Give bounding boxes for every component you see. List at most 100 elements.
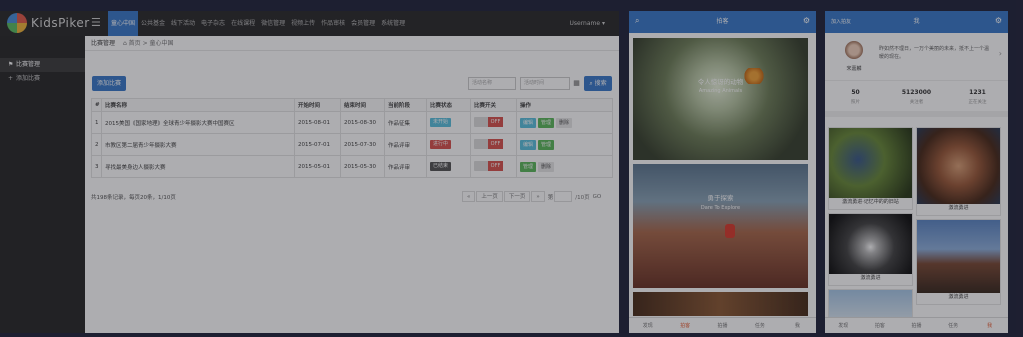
photo-tile[interactable]: 激流勇进 — [828, 213, 913, 286]
competition-toggle[interactable]: OFF — [474, 138, 503, 149]
activity-name-input[interactable]: 活动名称 — [468, 77, 516, 90]
table-header-cell[interactable]: 当前阶段 — [384, 98, 427, 112]
table-row: 1 2015美国《国家地理》全球青少年摄影大赛中国赛区 2015-08-01 2015… — [91, 111, 613, 134]
feature-card[interactable]: 勇于探索 Dare To Explore — [633, 164, 808, 288]
tab-item[interactable]: 发现 — [825, 318, 862, 333]
tab-item[interactable]: 拍播 — [704, 318, 741, 333]
operation-button[interactable]: 编辑 — [520, 117, 537, 128]
next-page-button[interactable]: 下一页 — [503, 191, 531, 202]
table-header-cell[interactable]: 操作 — [516, 98, 613, 112]
go-button[interactable]: GO — [593, 194, 602, 200]
current-stage: 作品评审 — [384, 155, 427, 178]
nav-item[interactable]: 会员管理 — [348, 11, 378, 36]
sidebar-item-label: 添加比赛 — [16, 75, 41, 82]
prev-page-button[interactable]: 上一页 — [476, 191, 503, 202]
tab-item[interactable]: 拍客 — [862, 318, 899, 333]
operation-button[interactable]: 删除 — [556, 117, 573, 128]
hamburger-icon[interactable]: ☰ — [91, 16, 101, 29]
phone-header: 加入拍友 我 ⚙ — [825, 11, 1008, 33]
phone-profile-screen: 加入拍友 我 ⚙ 宋嘉麟 昨如然不理日，一万个美丽的未来，抵不上一个温暖的现在。… — [825, 11, 1008, 333]
competition-name: 寻找最美身边人摄影大赛 — [101, 155, 295, 178]
table-header-cell[interactable]: 比赛名称 — [101, 98, 295, 112]
stat-item[interactable]: 5123000 关注者 — [886, 83, 947, 111]
tab-item[interactable]: 任务 — [935, 318, 972, 333]
page-number-input[interactable] — [554, 191, 573, 202]
tab-item[interactable]: 我 — [971, 318, 1008, 333]
stat-value: 5123000 — [901, 89, 932, 96]
flag-icon: ⚑ — [8, 61, 14, 68]
settings-icon[interactable]: ⚙ — [995, 16, 1002, 25]
avatar[interactable] — [845, 41, 863, 59]
stat-label: 正在关注 — [968, 100, 987, 105]
first-page-button[interactable]: « — [462, 191, 476, 202]
photo-tile[interactable] — [828, 289, 913, 319]
top-navbar: KidsPiker ☰ 童心中国 公共基金 线下活动 电子杂志 在线课程 微信管理 视频上传… — [0, 11, 619, 36]
photo-tile[interactable]: 激流勇进 — [916, 127, 1001, 216]
operation-button[interactable]: 管理 — [538, 139, 555, 150]
nav-item[interactable]: 微信管理 — [258, 11, 288, 36]
logo-icon — [7, 13, 27, 33]
last-page-button[interactable]: » — [531, 191, 545, 202]
operation-button[interactable]: 管理 — [520, 161, 537, 172]
chevron-right-icon[interactable]: › — [999, 49, 1002, 58]
nav-item[interactable]: 作品审核 — [318, 11, 348, 36]
nav-item[interactable]: 视频上传 — [288, 11, 318, 36]
calendar-icon[interactable]: ▦ — [571, 77, 582, 90]
table-header-cell[interactable]: 结束时间 — [340, 98, 385, 112]
feature-card[interactable] — [633, 292, 808, 316]
table-header-cell[interactable]: 开始时间 — [294, 98, 341, 112]
add-competition-button[interactable]: 添加比赛 — [92, 76, 126, 91]
bottom-tab-bar: 发现 拍客 拍播 任务我 — [825, 317, 1008, 333]
stat-item[interactable]: 50 照片 — [825, 83, 886, 111]
toggle-label: OFF — [488, 138, 503, 149]
search-button[interactable]: ⌕ 搜索 — [584, 76, 612, 91]
table-body: 1 2015美国《国家地理》全球青少年摄影大赛中国赛区 2015-08-01 2015… — [91, 111, 613, 178]
toggle-label: OFF — [488, 116, 503, 127]
page-title: 比赛管理 — [91, 40, 116, 47]
nav-item[interactable]: 线下活动 — [168, 11, 198, 36]
current-stage: 作品评审 — [384, 133, 427, 156]
sidebar-item-label: 比赛管理 — [16, 61, 41, 68]
table-header-cell[interactable]: 比赛状态 — [426, 98, 471, 112]
switch-cell: OFF — [470, 133, 517, 156]
user-menu[interactable]: Username ▾ — [569, 11, 605, 36]
table-header: # 比赛名称 开始时间 结束时间 当前阶段 比赛状态 比赛开关 操作 — [91, 98, 613, 112]
tab-item[interactable]: 任务 — [741, 318, 778, 333]
operation-button[interactable]: 管理 — [538, 117, 555, 128]
competition-toggle[interactable]: OFF — [474, 160, 503, 171]
profile-header[interactable]: 宋嘉麟 昨如然不理日，一万个美丽的未来，抵不上一个温暖的现在。 › — [825, 33, 1008, 81]
switch-cell: OFF — [470, 111, 517, 134]
tab-item[interactable]: 拍客 — [666, 318, 703, 333]
breadcrumb-home[interactable]: ⌂ 首页 — [123, 40, 141, 47]
feature-card[interactable]: 令人惊讶的动物 Amazing Animals — [633, 38, 808, 160]
competition-table: # 比赛名称 开始时间 结束时间 当前阶段 比赛状态 比赛开关 操作 1 2015美国《国家地理… — [91, 98, 613, 178]
goto-suffix: /10页 — [575, 194, 590, 201]
photo-tile[interactable]: 激流勇进·记忆中的的旧站 — [828, 127, 913, 210]
competition-name: 2015美国《国家地理》全球青少年摄影大赛中国赛区 — [101, 111, 295, 134]
sidebar-item-add-competition[interactable]: + 添加比赛 — [0, 72, 85, 86]
settings-icon[interactable]: ⚙ — [803, 16, 810, 25]
tab-item[interactable]: 拍播 — [898, 318, 935, 333]
nav-item[interactable]: 童心中国 — [108, 11, 139, 36]
phone-paike-screen: ⌕ 拍客 ⚙ 令人惊讶的动物 Amazing Animals 勇于探索 Dare… — [629, 11, 816, 333]
nav-item[interactable]: 电子杂志 — [198, 11, 228, 36]
operation-button[interactable]: 编辑 — [520, 139, 537, 150]
status-badge: 已结束 — [430, 162, 452, 171]
tab-item[interactable]: 发现 — [629, 318, 666, 333]
photo-tile[interactable]: 激流勇进 — [916, 219, 1001, 305]
table-header-cell[interactable]: 比赛开关 — [470, 98, 517, 112]
sidebar-item-competition-manage[interactable]: ⚑ 比赛管理 — [0, 58, 85, 72]
nav-item[interactable]: 公共基金 — [138, 11, 168, 36]
nav-item[interactable]: 在线课程 — [228, 11, 258, 36]
breadcrumb-separator: > — [142, 40, 148, 47]
stat-value: 50 — [851, 89, 860, 96]
operation-button[interactable]: 删除 — [538, 161, 555, 172]
goto-prefix: 第 — [547, 194, 554, 201]
tab-item[interactable]: 我 — [779, 318, 816, 333]
activity-time-input[interactable]: 活动时间 — [520, 77, 570, 90]
stat-item[interactable]: 1231 正在关注 — [947, 83, 1008, 111]
brand-name: KidsPiker — [31, 16, 90, 30]
competition-toggle[interactable]: OFF — [474, 116, 503, 127]
table-header-cell[interactable]: # — [91, 98, 102, 112]
nav-item[interactable]: 系统管理 — [378, 11, 408, 36]
